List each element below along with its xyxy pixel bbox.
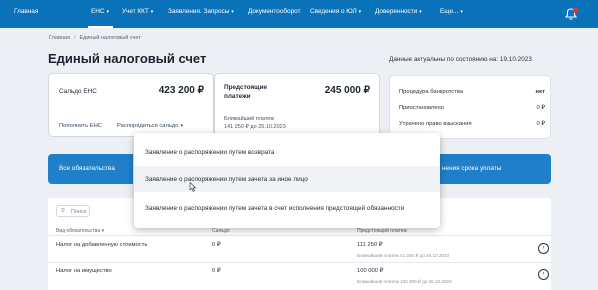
chevron-down-icon: ▾ — [231, 9, 234, 15]
table-row-saldo: 0 ₽ — [212, 242, 221, 248]
page-title: Единый налоговый счет — [48, 51, 207, 66]
search-input[interactable]: ⚲ Поиск — [56, 205, 90, 217]
chevron-down-icon: ▾ — [106, 9, 110, 15]
bankruptcy-value: нет — [535, 89, 546, 95]
lost-right-label: Утрачено право взыскания — [399, 121, 472, 127]
chevron-down-icon: ▾ — [180, 123, 184, 129]
notification-bell-icon[interactable] — [563, 7, 579, 21]
chevron-down-icon: ▾ — [150, 9, 154, 15]
chevron-right-icon[interactable]: › — [538, 243, 549, 254]
bankruptcy-row: Процедура банкротства нет — [399, 89, 545, 95]
table-row-nearest: Ближайший платеж 100 000 ₽ до 25.10.2023 — [357, 279, 452, 284]
nav-active-indicator — [88, 26, 113, 28]
nearest-payment-label: Ближайший платеж — [224, 116, 274, 122]
dropdown-item-offset-other[interactable]: Заявление о распоряжении путем зачета за… — [145, 176, 308, 183]
mouse-pointer-icon — [189, 182, 197, 192]
bankruptcy-card: Процедура банкротства нет Приостановлено… — [389, 75, 551, 139]
suspended-value: 0 ₽ — [536, 105, 545, 111]
breadcrumb-current: Единый налоговый счет — [79, 35, 141, 41]
row-divider — [48, 262, 551, 263]
column-header-upcoming[interactable]: Предстоящий платеж — [357, 228, 407, 234]
search-icon: ⚲ — [61, 208, 66, 214]
breadcrumb-home[interactable]: Главная — [49, 35, 70, 41]
top-navbar: Главная ЕНС ▾ Учет ККТ ▾ Заявления. Запрос… — [0, 0, 598, 28]
table-row-upcoming: 100 000 ₽ — [357, 268, 384, 274]
dispose-saldo-link[interactable]: Распорядиться сальдо ▾ — [117, 123, 183, 129]
tab-deadline[interactable]: нения срока уплаты — [440, 154, 551, 184]
suspended-label: Приостановлено — [399, 105, 444, 111]
bankruptcy-label: Процедура банкротства — [399, 89, 464, 95]
chevron-right-icon[interactable]: › — [538, 269, 549, 280]
dropdown-item-offset-future[interactable]: Заявление о распоряжении путем зачета в … — [145, 205, 404, 212]
lost-right-value: 0 ₽ — [536, 121, 545, 127]
tab-all-obligations[interactable]: Все обязательства — [48, 154, 133, 184]
chevron-down-icon: ▾ — [419, 9, 422, 15]
nav-item-home[interactable]: Главная — [14, 8, 38, 15]
saldo-amount: 423 200 ₽ — [158, 85, 204, 96]
nav-item-ens[interactable]: ЕНС ▾ — [91, 8, 109, 15]
column-header-saldo[interactable]: Сальдо — [212, 228, 230, 234]
table-row-upcoming: 111 250 ₽ — [357, 242, 383, 248]
dispose-saldo-dropdown: Заявление о распоряжении путем возврата … — [134, 133, 440, 228]
breadcrumb: Главная / Единый налоговый счет — [49, 35, 141, 41]
suspended-row: Приостановлено 0 ₽ — [399, 105, 545, 111]
upcoming-label-line2: платежи — [224, 93, 251, 100]
saldo-label: Сальдо ЕНС — [59, 88, 97, 95]
search-placeholder: Поиск — [71, 209, 87, 215]
replenish-ens-link[interactable]: Пополнить ЕНС — [59, 123, 102, 129]
upcoming-payments-card: Предстоящие платежи 245 000 ₽ Ближайший … — [214, 73, 380, 137]
lost-right-row: Утрачено право взыскания 0 ₽ — [399, 121, 545, 127]
nav-item-legal-info[interactable]: Сведения о ЮЛ ▾ — [310, 8, 361, 15]
table-row-saldo: 0 ₽ — [212, 268, 221, 274]
tab-deadline-label: нения срока уплаты — [442, 165, 502, 172]
table-row-name: Налог на добавленную стоимость — [56, 242, 148, 248]
nav-item-docflow[interactable]: Документооборот — [248, 8, 301, 15]
table-row-name: Налог на имущество — [56, 268, 112, 274]
upcoming-amount: 245 000 ₽ — [324, 85, 370, 96]
table-row-nearest: Ближайший платеж 41 250 ₽ до 25.10.2023 — [357, 253, 450, 258]
breadcrumb-separator: / — [73, 35, 76, 41]
tab-all-obligations-label: Все обязательства — [59, 165, 115, 172]
header-divider — [48, 235, 551, 236]
data-actual-date: Данные актуальны по состоянию на: 19.10.… — [389, 56, 532, 63]
nav-item-powers[interactable]: Доверенности ▾ — [375, 8, 422, 15]
dropdown-item-refund[interactable]: Заявление о распоряжении путем возврата — [145, 149, 274, 156]
chevron-down-icon: ▾ — [358, 9, 362, 15]
nav-item-requests[interactable]: Заявления. Запросы ▾ — [168, 8, 234, 15]
upcoming-label-line1: Предстоящие — [224, 84, 268, 91]
chevron-down-icon: ▾ — [460, 9, 463, 15]
nav-item-more[interactable]: Еще... ▾ — [440, 8, 463, 15]
column-header-obligation[interactable]: Вид обязательства ▾ — [56, 228, 104, 234]
nav-item-kkt[interactable]: Учет ККТ ▾ — [122, 8, 153, 15]
saldo-card: Сальдо ЕНС 423 200 ₽ Пополнить ЕНС Распо… — [48, 73, 214, 137]
nearest-payment-value: 141 250 ₽ до 25.10.2023 — [224, 124, 286, 130]
